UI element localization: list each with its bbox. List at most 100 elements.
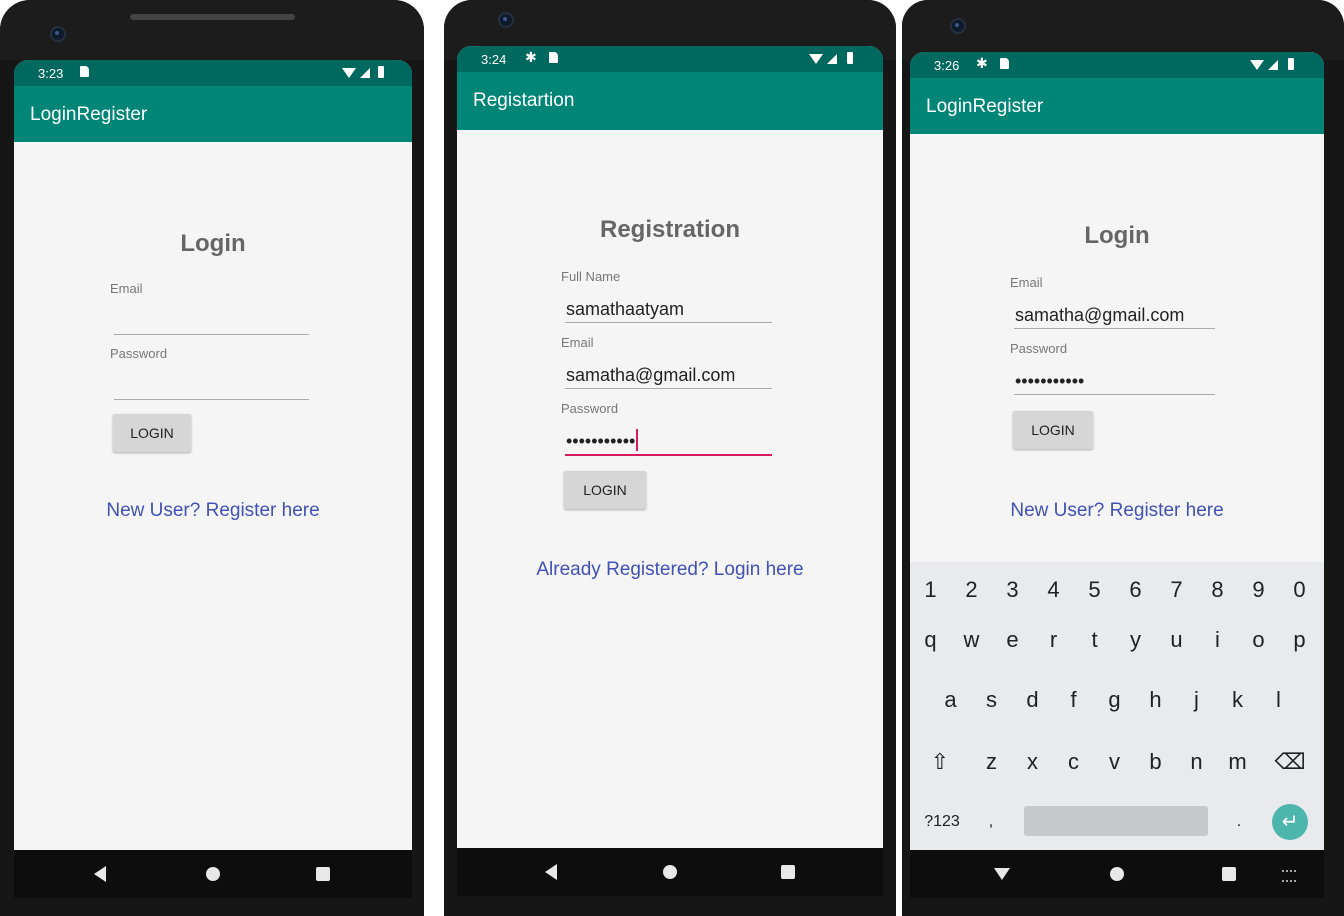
register-link[interactable]: New User? Register here — [14, 500, 412, 522]
sd-card-icon — [1000, 58, 1009, 69]
front-camera-icon — [50, 26, 66, 42]
status-bar: 3:24 ✱ — [457, 46, 883, 72]
key-0[interactable]: 0 — [1279, 562, 1320, 618]
nav-bar — [14, 850, 412, 898]
key-b[interactable]: b — [1135, 734, 1176, 790]
back-icon[interactable] — [94, 866, 106, 882]
screen-login-empty: 3:23 LoginRegister Login Email Password … — [14, 60, 412, 898]
key-o[interactable]: o — [1238, 612, 1279, 668]
key-s[interactable]: s — [971, 672, 1012, 728]
text-cursor — [636, 429, 639, 451]
register-link[interactable]: New User? Register here — [910, 500, 1324, 522]
front-camera-icon — [950, 18, 966, 34]
home-icon[interactable] — [1110, 867, 1124, 881]
enter-icon[interactable]: ↵ — [1272, 804, 1308, 840]
back-icon[interactable] — [545, 864, 557, 880]
key-d[interactable]: d — [1012, 672, 1053, 728]
login-link[interactable]: Already Registered? Login here — [457, 559, 883, 581]
key-z[interactable]: z — [971, 734, 1012, 790]
key-m[interactable]: m — [1217, 734, 1258, 790]
status-time: 3:24 — [481, 52, 507, 67]
key-4[interactable]: 4 — [1033, 562, 1074, 618]
key-h[interactable]: h — [1135, 672, 1176, 728]
period-key[interactable]: . — [1226, 794, 1252, 850]
email-input[interactable]: samatha@gmail.com — [565, 362, 772, 389]
shift-icon[interactable]: ⇧ — [918, 734, 962, 790]
key-g[interactable]: g — [1094, 672, 1135, 728]
login-button[interactable]: LOGIN — [1013, 411, 1093, 449]
key-2[interactable]: 2 — [951, 562, 992, 618]
key-u[interactable]: u — [1156, 612, 1197, 668]
password-input[interactable]: ••••••••••• — [1014, 368, 1215, 395]
email-input[interactable] — [114, 308, 309, 335]
email-label: Email — [561, 335, 594, 350]
login-button[interactable]: LOGIN — [113, 414, 191, 452]
app-title: Registartion — [473, 90, 575, 111]
space-key[interactable] — [1024, 806, 1208, 836]
hide-keyboard-icon[interactable] — [994, 868, 1010, 880]
status-time: 3:26 — [934, 58, 960, 73]
app-title: LoginRegister — [926, 96, 1044, 117]
app-title: LoginRegister — [30, 104, 148, 125]
key-x[interactable]: x — [1012, 734, 1053, 790]
key-9[interactable]: 9 — [1238, 562, 1279, 618]
signal-icon — [1268, 60, 1278, 70]
fullname-label: Full Name — [561, 269, 621, 284]
front-camera-icon — [498, 12, 514, 28]
key-w[interactable]: w — [951, 612, 992, 668]
key-y[interactable]: y — [1115, 612, 1156, 668]
key-j[interactable]: j — [1176, 672, 1217, 728]
signal-icon — [827, 54, 837, 64]
password-value: ••••••••••• — [566, 431, 636, 451]
password-label: Password — [561, 401, 619, 416]
fullname-input[interactable]: samathaatyam — [565, 296, 772, 323]
battery-icon — [1288, 58, 1294, 70]
nav-bar — [457, 848, 883, 896]
wifi-icon — [342, 68, 356, 78]
phone-frame-registration: 3:24 ✱ Registartion Registration Full Na… — [444, 0, 896, 916]
key-7[interactable]: 7 — [1156, 562, 1197, 618]
recents-icon[interactable] — [1222, 867, 1236, 881]
key-i[interactable]: i — [1197, 612, 1238, 668]
key-k[interactable]: k — [1217, 672, 1258, 728]
keyboard-row-3: ⇧ z x c v b n m ⌫ — [910, 734, 1324, 790]
key-c[interactable]: c — [1053, 734, 1094, 790]
login-button[interactable]: LOGIN — [564, 471, 646, 509]
key-a[interactable]: a — [930, 672, 971, 728]
recents-icon[interactable] — [316, 867, 330, 881]
key-f[interactable]: f — [1053, 672, 1094, 728]
key-r[interactable]: r — [1033, 612, 1074, 668]
key-e[interactable]: e — [992, 612, 1033, 668]
settings-icon: ✱ — [976, 55, 988, 71]
battery-icon — [378, 66, 384, 78]
key-v[interactable]: v — [1094, 734, 1135, 790]
soft-keyboard: 1 2 3 4 5 6 7 8 9 0 q w e r t y u i o p … — [910, 562, 1324, 850]
password-input[interactable] — [114, 373, 309, 400]
home-icon[interactable] — [206, 867, 220, 881]
email-input[interactable]: samatha@gmail.com — [1014, 302, 1215, 329]
key-5[interactable]: 5 — [1074, 562, 1115, 618]
keyboard-bottom-row: ?123 , . ↵ — [910, 794, 1324, 850]
symbols-key[interactable]: ?123 — [914, 794, 970, 850]
key-8[interactable]: 8 — [1197, 562, 1238, 618]
page-title: Registration — [599, 216, 740, 243]
key-6[interactable]: 6 — [1115, 562, 1156, 618]
home-icon[interactable] — [663, 865, 677, 879]
key-t[interactable]: t — [1074, 612, 1115, 668]
screen-login-filled: 3:26 ✱ LoginRegister Login Email samatha… — [910, 52, 1324, 898]
comma-key[interactable]: , — [976, 794, 1006, 850]
recents-icon[interactable] — [781, 865, 795, 879]
key-p[interactable]: p — [1279, 612, 1320, 668]
wifi-icon — [809, 54, 823, 64]
key-l[interactable]: l — [1258, 672, 1299, 728]
key-n[interactable]: n — [1176, 734, 1217, 790]
backspace-icon[interactable]: ⌫ — [1268, 734, 1312, 790]
password-input[interactable]: ••••••••••• — [565, 428, 772, 456]
key-q[interactable]: q — [910, 612, 951, 668]
key-3[interactable]: 3 — [992, 562, 1033, 618]
signal-icon — [360, 68, 370, 78]
phone-bezel — [902, 0, 1344, 60]
keyboard-switch-icon[interactable] — [1282, 870, 1296, 882]
phone-frame-login-keyboard: 3:26 ✱ LoginRegister Login Email samatha… — [902, 0, 1344, 916]
key-1[interactable]: 1 — [910, 562, 951, 618]
